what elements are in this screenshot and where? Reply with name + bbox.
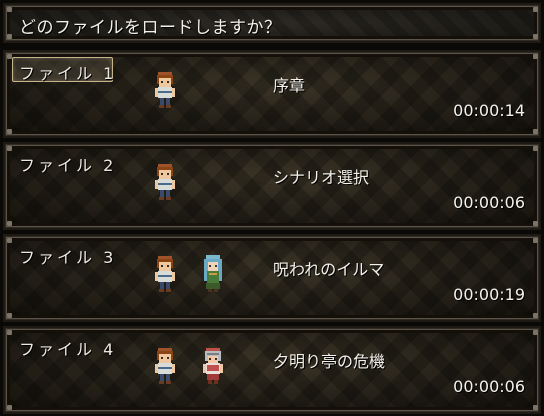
slot-label: ファイル 3 bbox=[19, 248, 117, 267]
slot-playtime: 00:00:06 bbox=[453, 193, 525, 212]
slot-label: ファイル 2 bbox=[19, 156, 117, 175]
slot-playtime: 00:00:19 bbox=[453, 285, 525, 304]
slot-title: シナリオ選択 bbox=[273, 168, 370, 187]
slot-title: 序章 bbox=[273, 76, 306, 95]
hero-boy-icon bbox=[153, 346, 177, 386]
slot-playtime: 00:00:06 bbox=[453, 377, 525, 396]
help-message: どのファイルをロードしますか？ bbox=[19, 18, 282, 38]
slot-title: 夕明り亭の危機 bbox=[273, 352, 386, 371]
hero-boy-icon bbox=[153, 162, 177, 202]
slot-title: 呪われのイルマ bbox=[273, 260, 385, 279]
save-slot-2[interactable]: ファイル 2 シナリオ選択 00:00:06 bbox=[3, 142, 541, 230]
slot-playtime: 00:00:14 bbox=[453, 101, 525, 120]
slot-label: ファイル 4 bbox=[19, 340, 117, 359]
save-slot-4[interactable]: ファイル 4 夕明り亭の危機 00:00:06 bbox=[3, 326, 541, 414]
save-slot-1[interactable]: ファイル 1 序章 00:00:14 bbox=[3, 50, 541, 138]
helmet-girl-icon bbox=[201, 346, 225, 386]
blue-haired-girl-icon bbox=[201, 254, 225, 294]
help-window: どのファイルをロードしますか？ bbox=[3, 3, 541, 43]
hero-boy-icon bbox=[153, 254, 177, 294]
hero-boy-icon bbox=[153, 70, 177, 110]
slot-label: ファイル 1 bbox=[19, 64, 117, 83]
save-slot-3[interactable]: ファイル 3 呪われのイルマ 00:00:19 bbox=[3, 234, 541, 322]
